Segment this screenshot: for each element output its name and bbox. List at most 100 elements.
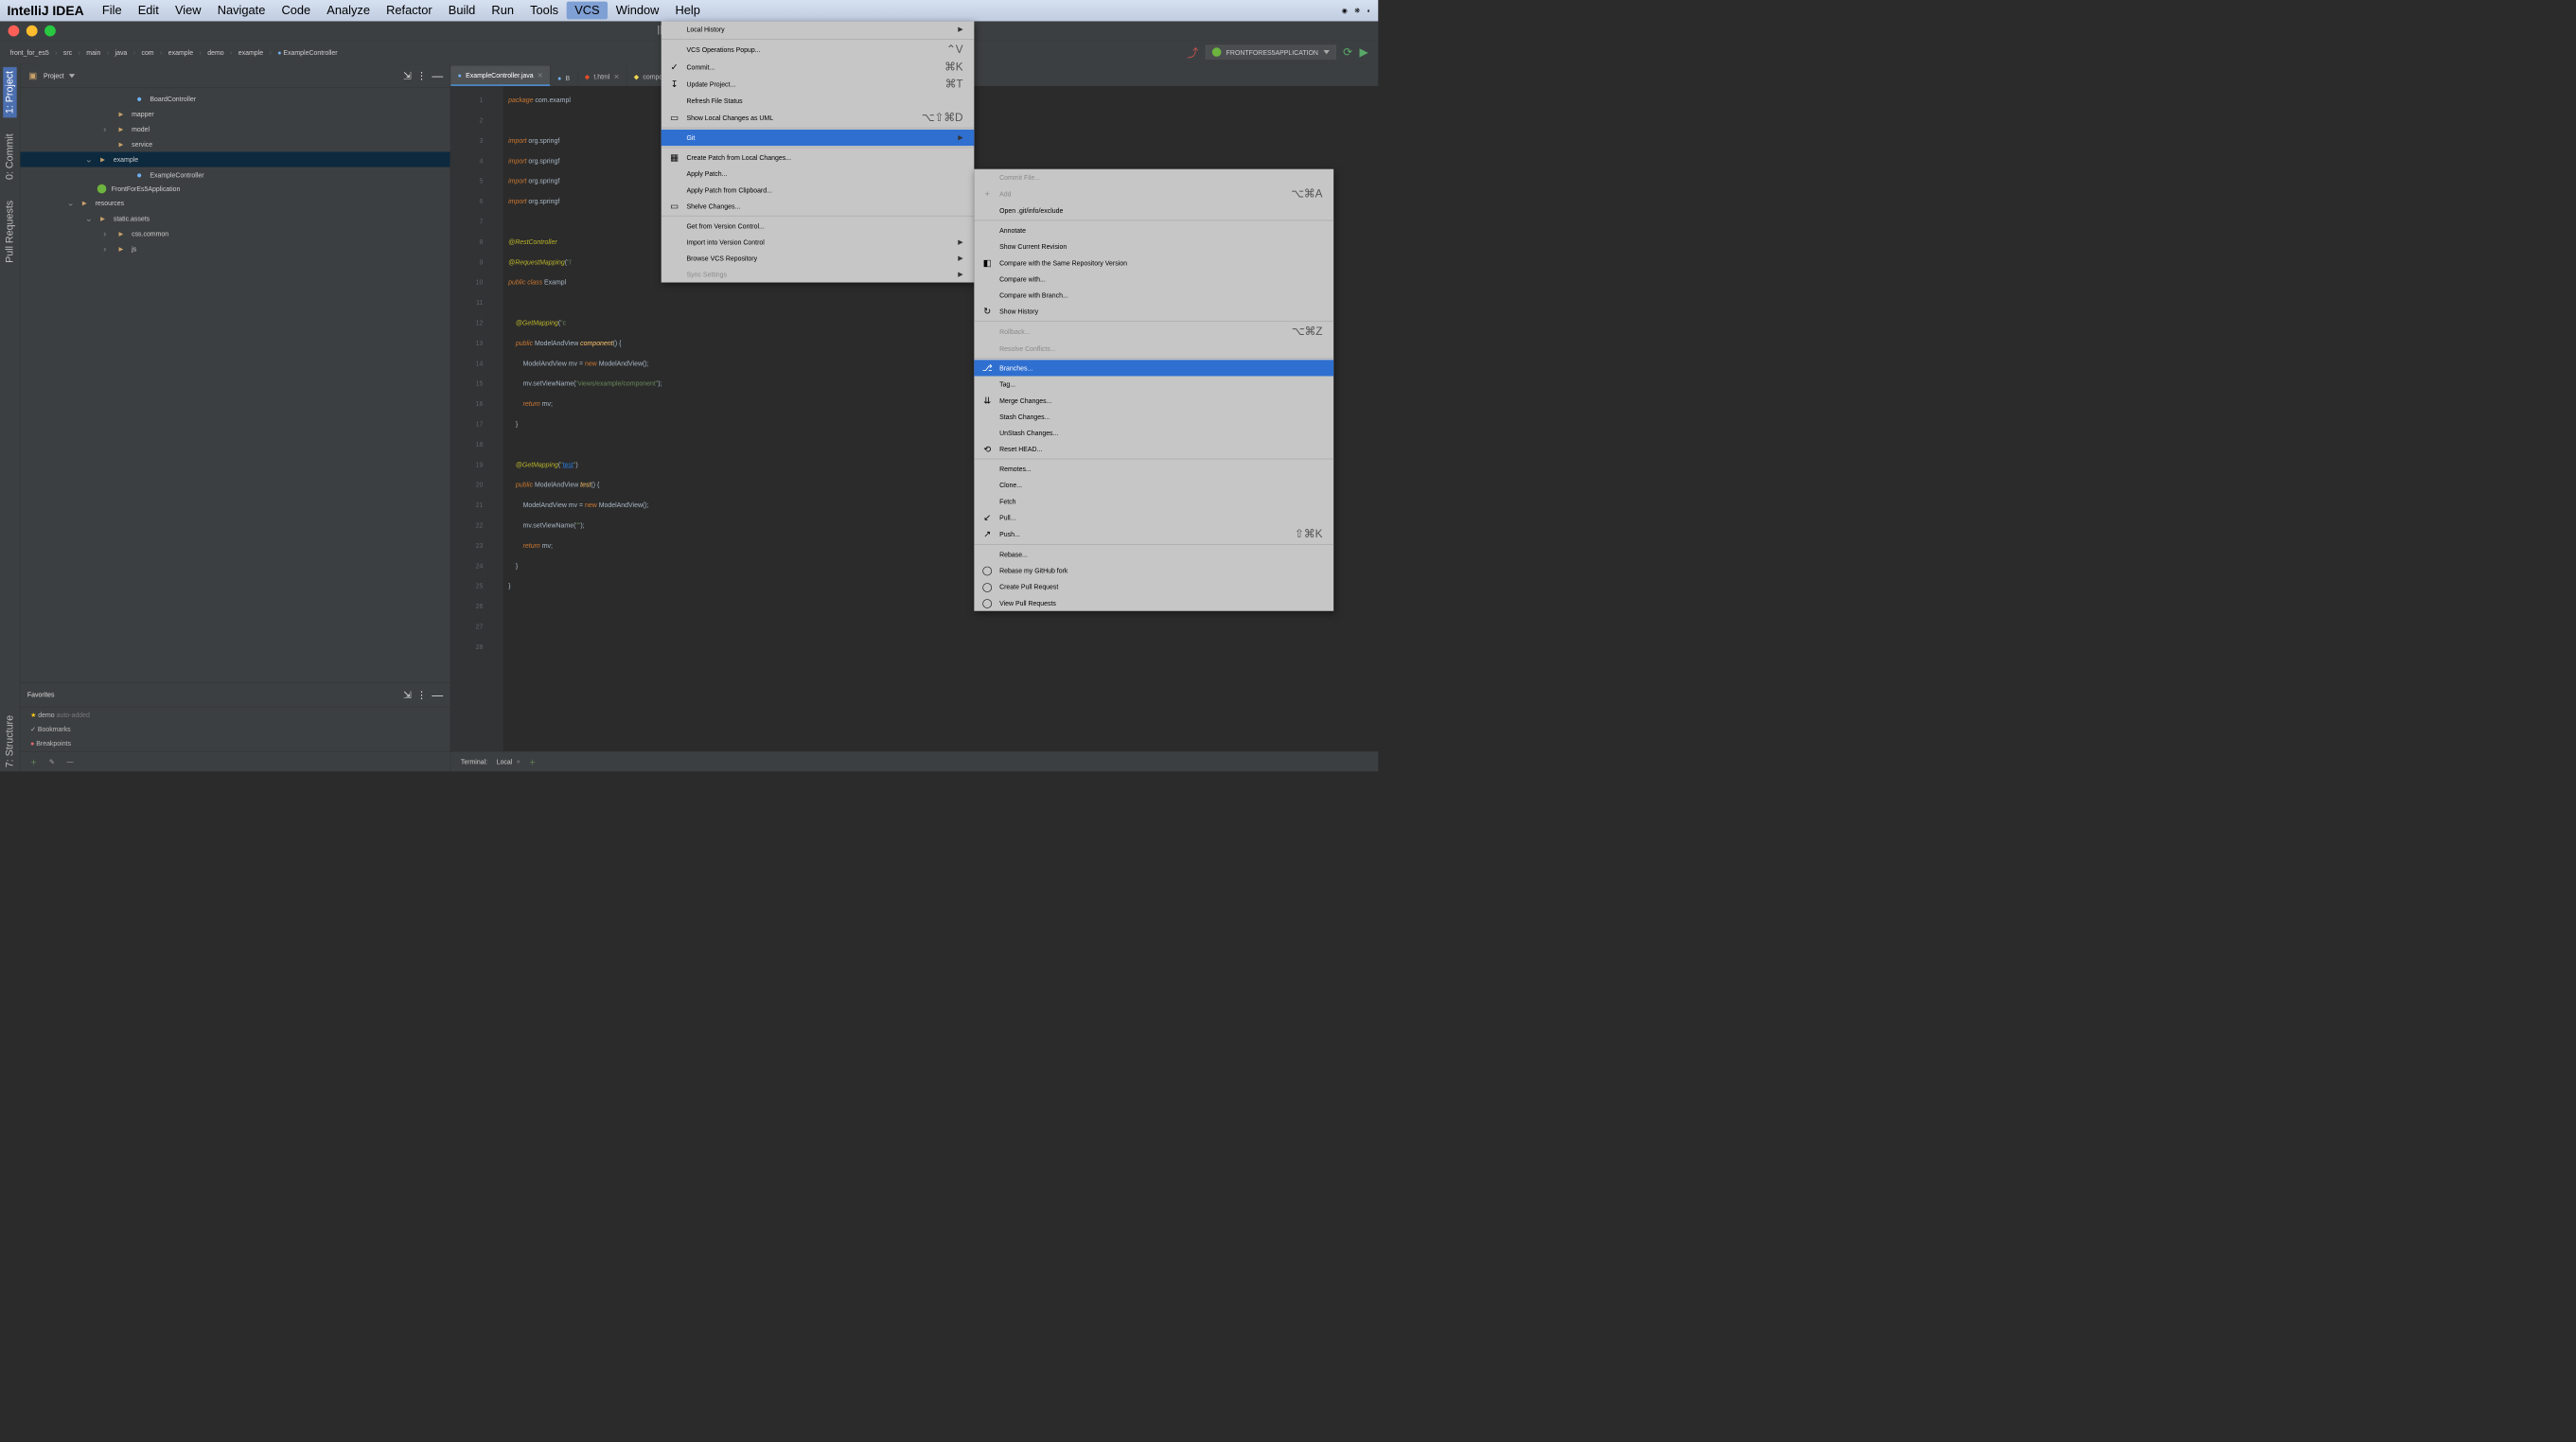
breadcrumb-item[interactable]: main bbox=[86, 48, 100, 56]
zoom-window-button[interactable] bbox=[44, 26, 56, 37]
menu-item[interactable]: ◯View Pull Requests bbox=[974, 595, 1333, 611]
menu-item[interactable]: Compare with Branch... bbox=[974, 287, 1333, 303]
terminal-tab[interactable]: Local × bbox=[497, 758, 520, 765]
menu-item[interactable]: ▦Create Patch from Local Changes... bbox=[662, 149, 975, 166]
menu-item[interactable]: Rebase... bbox=[974, 546, 1333, 562]
menu-item[interactable]: ◯Rebase my GitHub fork bbox=[974, 562, 1333, 578]
collapse-icon[interactable]: ⇲ bbox=[403, 689, 412, 701]
menubar-item-file[interactable]: File bbox=[94, 2, 130, 20]
menu-item[interactable]: ⟲Reset HEAD... bbox=[974, 441, 1333, 457]
tray-icon[interactable]: ◉ bbox=[1342, 7, 1348, 15]
menubar-item-navigate[interactable]: Navigate bbox=[209, 2, 273, 20]
favorites-item[interactable]: ★ demo auto-added bbox=[30, 712, 440, 720]
side-tab-pull-requests[interactable]: Pull Requests bbox=[3, 196, 16, 267]
menubar-item-edit[interactable]: Edit bbox=[130, 2, 167, 20]
breadcrumb-item[interactable]: src bbox=[63, 48, 72, 56]
menubar-item-build[interactable]: Build bbox=[440, 2, 484, 20]
breadcrumb-item[interactable]: java bbox=[115, 48, 128, 56]
close-window-button[interactable] bbox=[9, 26, 20, 37]
editor-tab[interactable]: ● ExampleController.java × bbox=[450, 66, 550, 86]
menu-item[interactable]: Apply Patch from Clipboard... bbox=[662, 182, 975, 198]
menu-item[interactable]: ⇊Merge Changes... bbox=[974, 393, 1333, 409]
tray-icon[interactable]: ◐ bbox=[1367, 7, 1371, 15]
menu-item[interactable]: Fetch bbox=[974, 493, 1333, 509]
side-tab-structure[interactable]: 7: Structure bbox=[3, 711, 16, 771]
minimize-window-button[interactable] bbox=[26, 26, 38, 37]
tree-item[interactable]: ›▸model bbox=[20, 121, 450, 136]
breadcrumb[interactable]: front_for_es5›src›main›java›com›example›… bbox=[10, 48, 338, 56]
menubar-item-help[interactable]: Help bbox=[667, 2, 709, 20]
menu-item[interactable]: Browse VCS Repository▶ bbox=[662, 250, 975, 266]
debug-icon[interactable]: ▶ bbox=[1360, 45, 1368, 59]
project-tree[interactable]: ●BoardController▸mapper›▸model▸service⌄▸… bbox=[20, 88, 450, 682]
menu-item[interactable]: ↗Push...⇧⌘K bbox=[974, 525, 1333, 542]
close-icon[interactable]: × bbox=[517, 758, 520, 765]
collapse-icon[interactable]: ⇲ bbox=[403, 69, 412, 81]
menubar-item-run[interactable]: Run bbox=[484, 2, 522, 20]
menu-item[interactable]: ▭Show Local Changes as UML⌥⇧⌘D bbox=[662, 109, 975, 126]
menu-item[interactable]: Import into Version Control▶ bbox=[662, 234, 975, 250]
gear-icon[interactable]: ⋮ bbox=[416, 689, 427, 701]
vcs-menu[interactable]: Local History▶ VCS Operations Popup...⌃V✓… bbox=[662, 21, 975, 282]
menu-item[interactable]: ↻Show History bbox=[974, 303, 1333, 319]
menubar-item-code[interactable]: Code bbox=[273, 2, 319, 20]
menu-item[interactable]: Get from Version Control... bbox=[662, 218, 975, 234]
menubar-item-window[interactable]: Window bbox=[608, 2, 667, 20]
tree-item[interactable]: ›▸js bbox=[20, 241, 450, 256]
menu-item[interactable]: Compare with... bbox=[974, 271, 1333, 287]
run-icon[interactable]: ⟳ bbox=[1343, 45, 1352, 59]
menu-item[interactable]: Tag... bbox=[974, 377, 1333, 393]
close-tab-icon[interactable]: × bbox=[538, 70, 543, 80]
breadcrumb-item[interactable]: ● ExampleController bbox=[277, 48, 337, 56]
close-tab-icon[interactable]: × bbox=[614, 71, 620, 81]
editor-tab[interactable]: ◆ t.html × bbox=[577, 67, 626, 86]
git-submenu[interactable]: Commit File...+Add⌥⌘AOpen .git/info/excl… bbox=[974, 169, 1333, 611]
tree-item[interactable]: ⌄▸resources bbox=[20, 196, 450, 211]
menu-item[interactable]: ↙Pull... bbox=[974, 509, 1333, 525]
menu-item[interactable]: Git▶ bbox=[662, 130, 975, 146]
tree-item[interactable]: ●ExampleController bbox=[20, 167, 450, 183]
menu-item[interactable]: ✓Commit...⌘K bbox=[662, 59, 975, 76]
menu-item[interactable]: VCS Operations Popup...⌃V bbox=[662, 41, 975, 58]
menubar-item-vcs[interactable]: VCS bbox=[567, 2, 609, 20]
hide-icon[interactable]: — bbox=[432, 688, 443, 701]
menubar-item-refactor[interactable]: Refactor bbox=[379, 2, 441, 20]
menu-item[interactable]: Apply Patch... bbox=[662, 166, 975, 182]
editor-tab[interactable]: ● B bbox=[551, 70, 578, 86]
tree-item[interactable]: ›▸css.common bbox=[20, 226, 450, 241]
menu-item[interactable]: ⎇Branches... bbox=[974, 360, 1333, 376]
menubar-item-analyze[interactable]: Analyze bbox=[319, 2, 379, 20]
menu-item[interactable]: Refresh File Status bbox=[662, 93, 975, 109]
breadcrumb-item[interactable]: front_for_es5 bbox=[10, 48, 49, 56]
menubar-item-view[interactable]: View bbox=[167, 2, 209, 20]
breadcrumb-item[interactable]: example bbox=[238, 48, 263, 56]
breadcrumb-item[interactable]: demo bbox=[207, 48, 223, 56]
menu-item[interactable]: Show Current Revision bbox=[974, 238, 1333, 255]
menu-item[interactable]: ◯Create Pull Request bbox=[974, 579, 1333, 595]
menu-item[interactable]: ◧Compare with the Same Repository Versio… bbox=[974, 255, 1333, 271]
run-config-selector[interactable]: FRONTFORES5APPLICATION bbox=[1206, 45, 1336, 60]
chevron-down-icon[interactable] bbox=[69, 74, 75, 78]
breadcrumb-item[interactable]: com bbox=[141, 48, 153, 56]
tree-item[interactable]: ⌄▸example bbox=[20, 152, 450, 167]
favorites-list[interactable]: ★ demo auto-added✓ Bookmarks● Breakpoint… bbox=[20, 707, 450, 751]
menu-item[interactable]: ▭Shelve Changes... bbox=[662, 198, 975, 214]
menu-item[interactable]: Stash Changes... bbox=[974, 409, 1333, 425]
edit-icon[interactable]: ✎ bbox=[49, 758, 55, 766]
traffic-lights[interactable] bbox=[9, 26, 56, 37]
tree-item[interactable]: FrontForEs5Application bbox=[20, 183, 450, 196]
menu-item[interactable]: Annotate bbox=[974, 222, 1333, 238]
menu-item[interactable]: Remotes... bbox=[974, 461, 1333, 477]
side-tab-project[interactable]: 1: Project bbox=[3, 67, 16, 118]
tree-item[interactable]: ●BoardController bbox=[20, 91, 450, 106]
tree-item[interactable]: ▸service bbox=[20, 136, 450, 151]
build-icon[interactable]: ⤴ bbox=[1187, 44, 1198, 61]
side-tab-commit[interactable]: 0: Commit bbox=[3, 130, 16, 184]
remove-icon[interactable]: — bbox=[67, 758, 74, 765]
menu-item[interactable]: Local History▶ bbox=[662, 21, 975, 37]
menu-item[interactable]: Clone... bbox=[974, 477, 1333, 493]
add-icon[interactable]: ＋ bbox=[30, 757, 37, 766]
gear-icon[interactable]: ⋮ bbox=[416, 69, 427, 81]
tree-item[interactable]: ▸mapper bbox=[20, 106, 450, 121]
tray-icon[interactable]: ❋ bbox=[1354, 7, 1360, 15]
